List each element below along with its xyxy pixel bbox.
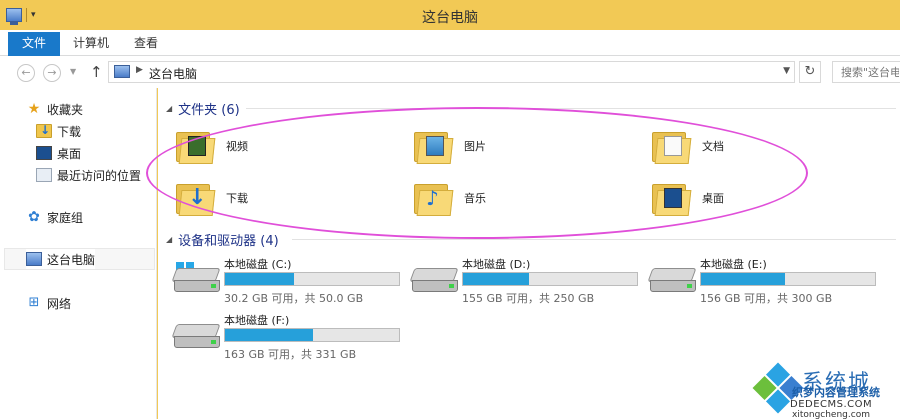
nav-label: 下载 xyxy=(57,124,82,139)
drive-space-info: 155 GB 可用，共 250 GB xyxy=(462,292,595,305)
tab-view[interactable]: 查看 xyxy=(124,30,168,56)
folder-videos[interactable]: 视频 xyxy=(176,124,396,168)
search-input[interactable] xyxy=(833,62,899,82)
desktop-icon xyxy=(36,146,52,160)
back-button[interactable]: ← xyxy=(17,64,35,82)
drive-space-info: 156 GB 可用，共 300 GB xyxy=(700,292,833,305)
drive-f[interactable]: 本地磁盘 (F:) 163 GB 可用，共 331 GB xyxy=(171,310,404,361)
usage-bar xyxy=(700,272,876,286)
video-folder-icon xyxy=(176,128,216,164)
drive-d[interactable]: 本地磁盘 (D:) 155 GB 可用，共 250 GB xyxy=(409,254,642,305)
watermark-line1: 织梦内容管理系统 xyxy=(792,386,880,399)
group-divider xyxy=(292,239,896,240)
drive-space-info: 163 GB 可用，共 331 GB xyxy=(224,348,357,361)
nav-label: 收藏夹 xyxy=(47,102,84,117)
search-box[interactable] xyxy=(832,61,900,83)
hard-drive-icon xyxy=(171,268,221,296)
tab-computer[interactable]: 计算机 xyxy=(66,30,116,56)
nav-label: 桌面 xyxy=(57,146,82,161)
homegroup-icon: ✿ xyxy=(28,209,40,225)
pictures-folder-icon xyxy=(414,128,454,164)
downloads-icon xyxy=(36,123,52,138)
chevron-down-icon[interactable]: ▼ xyxy=(783,66,790,76)
hard-drive-icon xyxy=(647,268,697,296)
folder-label: 下载 xyxy=(226,192,248,205)
music-folder-icon: ♪ xyxy=(414,180,454,216)
computer-icon xyxy=(26,252,42,266)
navigation-pane: ★ 收藏夹 下载 桌面 最近访问的位置 ✿ 家庭组 这台电脑 ⊞ 网络 xyxy=(0,88,157,419)
folder-desktop[interactable]: 桌面 xyxy=(652,176,872,220)
folder-pictures[interactable]: 图片 xyxy=(414,124,634,168)
usage-bar xyxy=(224,328,400,342)
nav-item-network[interactable]: ⊞ 网络 xyxy=(26,293,71,313)
up-button[interactable]: ↑ xyxy=(90,63,103,81)
folder-documents[interactable]: 文档 xyxy=(652,124,872,168)
ribbon-tabs: 文件 计算机 查看 xyxy=(0,30,900,56)
usage-bar xyxy=(224,272,400,286)
nav-item-downloads[interactable]: 下载 xyxy=(36,121,81,141)
nav-item-desktop[interactable]: 桌面 xyxy=(36,143,81,163)
address-row: ← → ▼ ↑ ▶ 这台电脑 ▼ ↻ xyxy=(0,56,900,88)
tab-file[interactable]: 文件 xyxy=(8,32,60,56)
chevron-right-icon[interactable]: ▶ xyxy=(136,65,143,75)
computer-icon xyxy=(114,65,130,78)
window-title: 这台电脑 xyxy=(422,10,478,26)
nav-label: 最近访问的位置 xyxy=(57,168,142,183)
folder-label: 桌面 xyxy=(702,192,724,205)
nav-item-this-pc[interactable]: 这台电脑 xyxy=(26,249,96,269)
watermark-line2: DEDECMS.COM xyxy=(790,399,873,410)
downloads-folder-icon: ↓ xyxy=(176,180,216,216)
nav-item-recent-places[interactable]: 最近访问的位置 xyxy=(36,165,141,185)
drive-name: 本地磁盘 (E:) xyxy=(700,258,767,271)
nav-item-favorites[interactable]: ★ 收藏夹 xyxy=(26,99,83,119)
hard-drive-icon xyxy=(171,324,221,352)
refresh-button[interactable]: ↻ xyxy=(799,61,821,83)
address-bar[interactable]: ▶ 这台电脑 ▼ xyxy=(108,61,795,83)
usage-bar xyxy=(462,272,638,286)
drive-name: 本地磁盘 (D:) xyxy=(462,258,531,271)
drive-c[interactable]: 本地磁盘 (C:) 30.2 GB 可用，共 50.0 GB xyxy=(171,254,404,305)
recent-locations-dropdown-icon[interactable]: ▼ xyxy=(70,67,76,76)
breadcrumb[interactable]: 这台电脑 xyxy=(149,65,197,82)
hard-drive-icon xyxy=(409,268,459,296)
forward-button[interactable]: → xyxy=(43,64,61,82)
nav-item-homegroup[interactable]: ✿ 家庭组 xyxy=(26,207,83,227)
nav-label: 家庭组 xyxy=(47,210,84,225)
star-icon: ★ xyxy=(27,101,41,117)
folder-label: 音乐 xyxy=(464,192,486,205)
title-bar: ▾ 这台电脑 xyxy=(0,0,900,30)
documents-folder-icon xyxy=(652,128,692,164)
group-divider xyxy=(246,108,896,109)
drive-name: 本地磁盘 (C:) xyxy=(224,258,292,271)
collapse-caret-icon[interactable]: ◢ xyxy=(166,235,172,244)
group-title: 文件夹 (6) xyxy=(178,103,240,118)
group-title: 设备和驱动器 (4) xyxy=(178,234,279,249)
drive-name: 本地磁盘 (F:) xyxy=(224,314,290,327)
drive-e[interactable]: 本地磁盘 (E:) 156 GB 可用，共 300 GB xyxy=(647,254,880,305)
folder-music[interactable]: ♪ 音乐 xyxy=(414,176,634,220)
folder-label: 文档 xyxy=(702,140,724,153)
folders-group-header[interactable]: ◢ 文件夹 (6) xyxy=(166,99,240,118)
collapse-caret-icon[interactable]: ◢ xyxy=(166,104,172,113)
drive-space-info: 30.2 GB 可用，共 50.0 GB xyxy=(224,292,364,305)
network-icon: ⊞ xyxy=(28,295,40,310)
folder-downloads[interactable]: ↓ 下载 xyxy=(176,176,396,220)
nav-label: 这台电脑 xyxy=(47,252,96,267)
nav-label: 网络 xyxy=(47,296,72,311)
explorer-window: ▾ 这台电脑 文件 计算机 查看 ← → ▼ ↑ ▶ 这台电脑 ▼ ↻ ★ 收藏… xyxy=(0,0,900,420)
folder-label: 视频 xyxy=(226,140,248,153)
recent-places-icon xyxy=(36,168,52,182)
watermark: 系统城 织梦内容管理系统 DEDECMS.COM xitongcheng.com xyxy=(752,362,900,420)
desktop-folder-icon xyxy=(652,180,692,216)
drives-group-header[interactable]: ◢ 设备和驱动器 (4) xyxy=(166,230,279,249)
folder-label: 图片 xyxy=(464,140,486,153)
